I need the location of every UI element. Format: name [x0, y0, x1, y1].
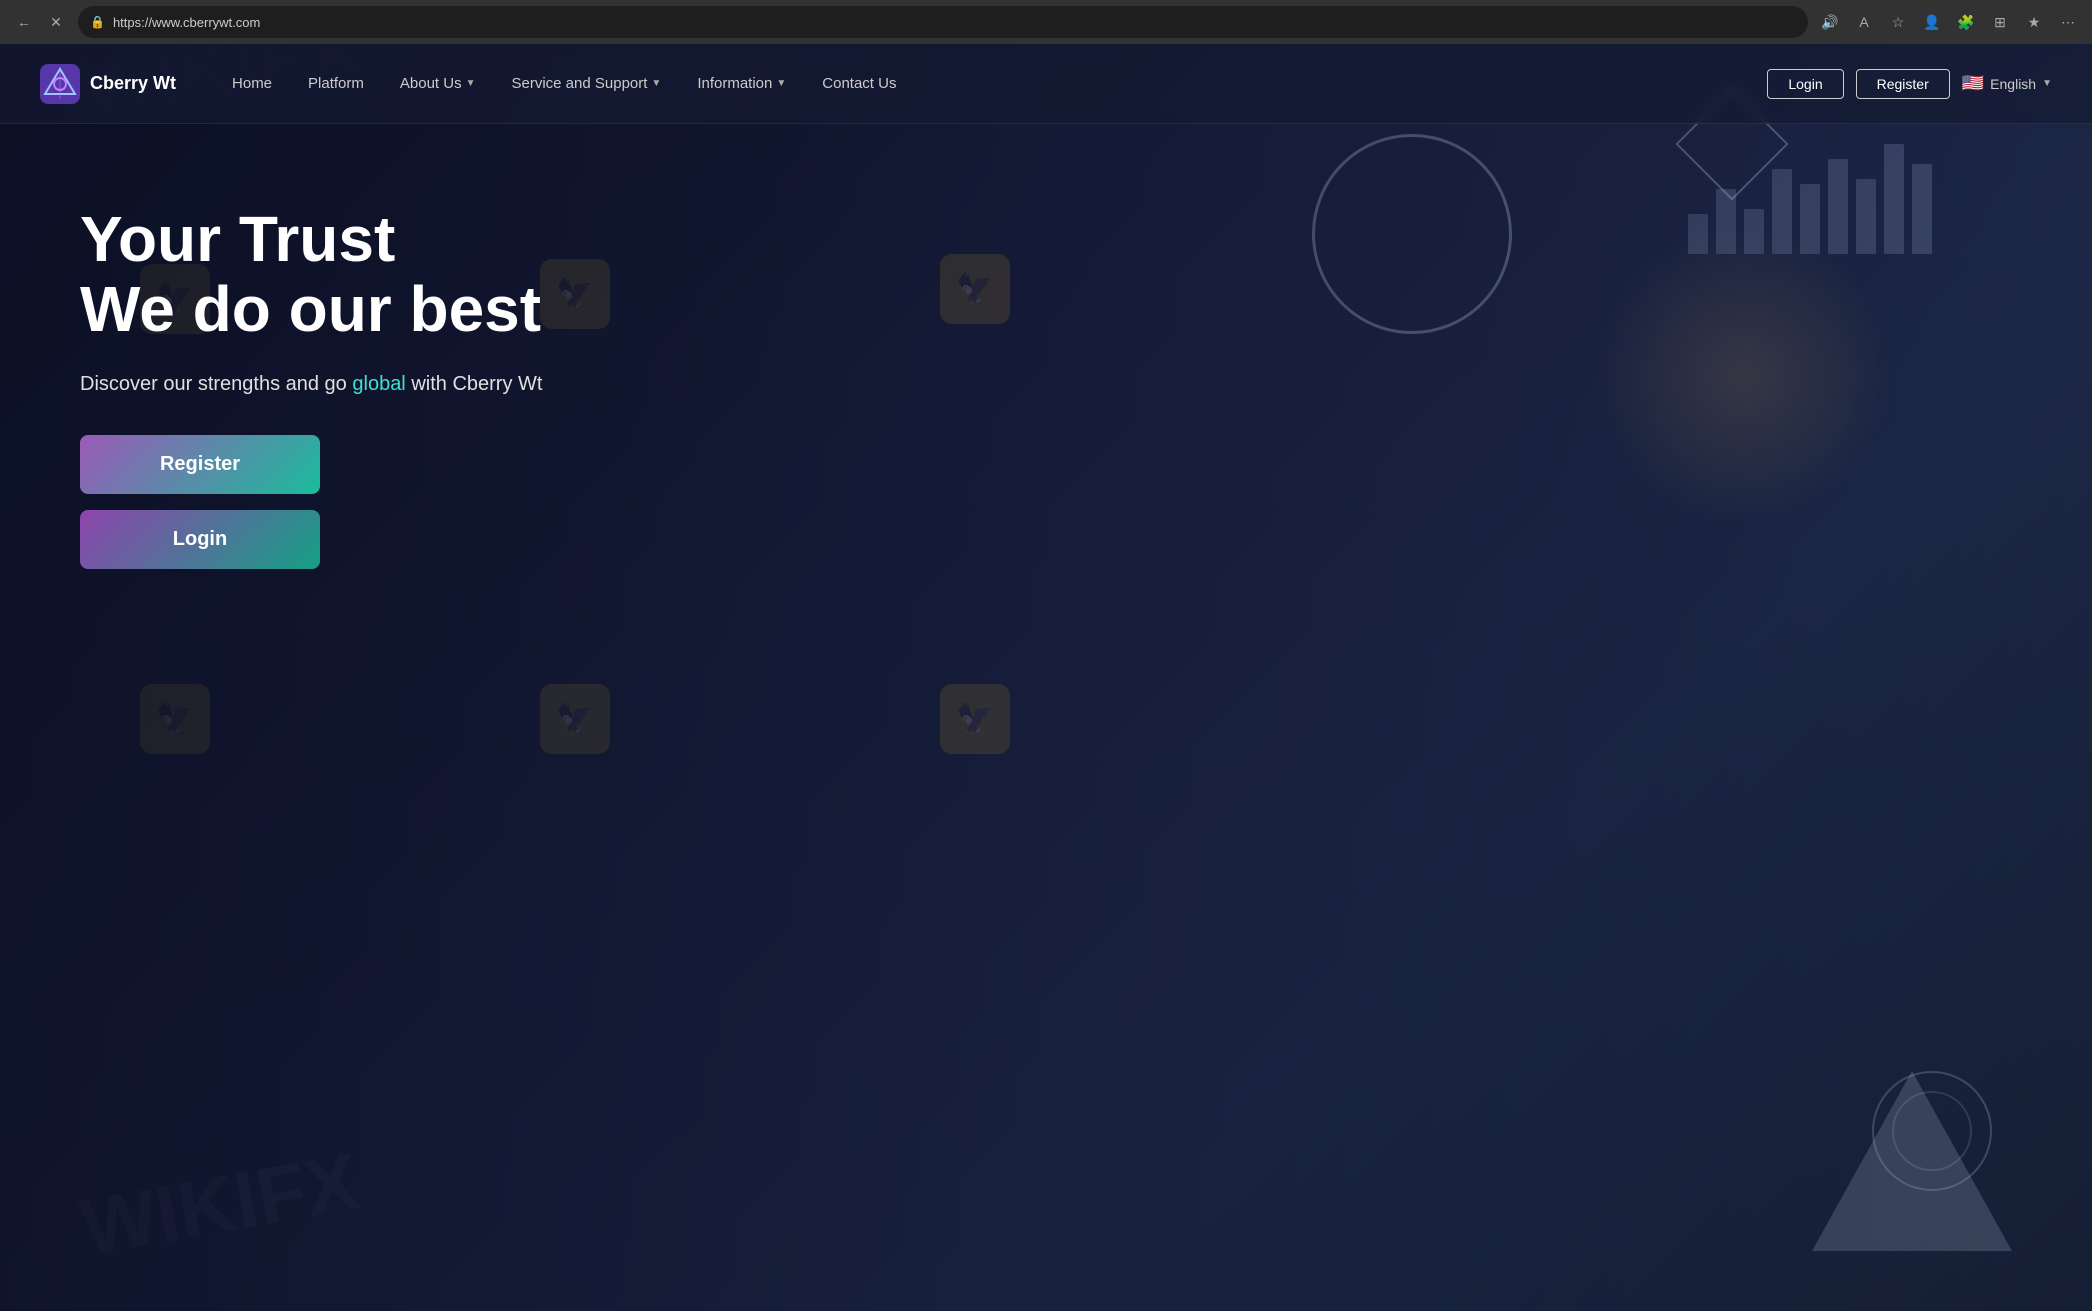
information-dropdown-arrow: ▼	[776, 78, 786, 89]
browser-actions: 🔊 A ☆ 👤 🧩 ⊞ ★ ⋯	[1816, 8, 2082, 36]
hero-subtitle-highlight: global	[352, 373, 405, 395]
collections-button[interactable]: ★	[2020, 8, 2048, 36]
hero-buttons: Register Login	[80, 435, 320, 569]
hero-register-button[interactable]: Register	[80, 435, 320, 494]
nav-buttons: ← ✕	[10, 8, 70, 36]
language-label: English	[1990, 76, 2036, 92]
lang-dropdown-arrow: ▼	[2042, 78, 2052, 89]
browser-toolbar: ← ✕ 🔒 https://www.cberrywt.com 🔊 A ☆ 👤 🧩…	[0, 0, 2092, 44]
hero-login-button[interactable]: Login	[80, 510, 320, 569]
back-button[interactable]: ←	[10, 8, 38, 36]
read-aloud-button[interactable]: 🔊	[1816, 8, 1844, 36]
favorites-button[interactable]: ☆	[1884, 8, 1912, 36]
nav-home[interactable]: Home	[216, 67, 288, 100]
main-nav: Cberry Wt Home Platform About Us ▼ Servi…	[0, 44, 2092, 124]
lock-icon: 🔒	[90, 15, 105, 29]
hero-title-line2: We do our best	[80, 273, 541, 345]
logo[interactable]: Cberry Wt	[40, 64, 176, 104]
language-selector[interactable]: 🇺🇸 English ▼	[1962, 73, 2052, 94]
browser-chrome: ← ✕ 🔒 https://www.cberrywt.com 🔊 A ☆ 👤 🧩…	[0, 0, 2092, 44]
nav-platform[interactable]: Platform	[292, 67, 380, 100]
translate-button[interactable]: A	[1850, 8, 1878, 36]
profile-button[interactable]: 👤	[1918, 8, 1946, 36]
hero-title-line1: Your Trust	[80, 203, 395, 275]
nav-service[interactable]: Service and Support ▼	[496, 67, 678, 100]
website: WIKIFX WIKIFX WIKIFX WIKIFX 🦅 🦅 🦅 🦅 🦅 🦅	[0, 44, 2092, 1311]
hero-title: Your Trust We do our best	[80, 204, 620, 345]
nav-contact[interactable]: Contact Us	[806, 67, 912, 100]
register-button[interactable]: Register	[1856, 69, 1950, 99]
hero-subtitle: Discover our strengths and go global wit…	[80, 369, 620, 399]
address-bar[interactable]: 🔒 https://www.cberrywt.com	[78, 6, 1808, 38]
url-text: https://www.cberrywt.com	[113, 15, 1796, 30]
nav-information[interactable]: Information ▼	[681, 67, 802, 100]
logo-icon	[40, 64, 80, 104]
more-button[interactable]: ⋯	[2054, 8, 2082, 36]
hero-subtitle-end: with Cberry Wt	[406, 373, 543, 395]
hero-section: Your Trust We do our best Discover our s…	[0, 124, 700, 569]
extensions-button[interactable]: 🧩	[1952, 8, 1980, 36]
about-dropdown-arrow: ▼	[466, 78, 476, 89]
hero-subtitle-start: Discover our strengths and go	[80, 373, 352, 395]
login-button[interactable]: Login	[1767, 69, 1843, 99]
logo-text: Cberry Wt	[90, 73, 176, 94]
nav-about[interactable]: About Us ▼	[384, 67, 492, 100]
split-view-button[interactable]: ⊞	[1986, 8, 2014, 36]
close-button[interactable]: ✕	[42, 8, 70, 36]
flag-icon: 🇺🇸	[1962, 73, 1984, 94]
nav-links: Home Platform About Us ▼ Service and Sup…	[216, 67, 1767, 100]
nav-actions: Login Register 🇺🇸 English ▼	[1767, 69, 2052, 99]
service-dropdown-arrow: ▼	[651, 78, 661, 89]
